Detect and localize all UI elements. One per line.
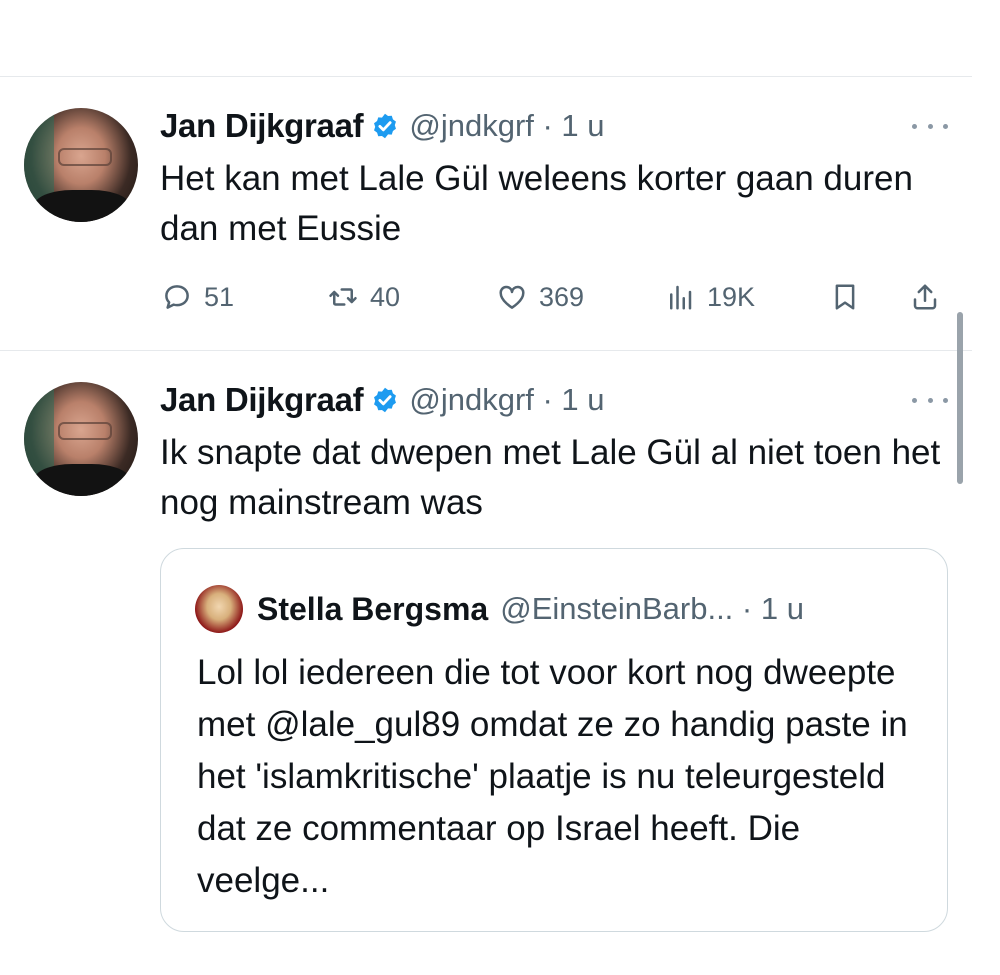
- quoted-header: Stella Bergsma @EinsteinBarb... · 1 u: [257, 587, 804, 631]
- author-name[interactable]: Jan Dijkgraaf: [160, 107, 364, 145]
- tweet-divider: [0, 350, 972, 351]
- quoted-tweet[interactable]: Stella Bergsma @EinsteinBarb... · 1 u Lo…: [160, 548, 948, 932]
- reply-button[interactable]: 51: [162, 277, 234, 317]
- views-icon: [670, 285, 692, 310]
- quoted-avatar[interactable]: [195, 585, 243, 633]
- top-divider: [0, 76, 972, 77]
- repost-count: 40: [370, 281, 401, 312]
- quoted-author-name: Stella Bergsma: [257, 590, 489, 627]
- author-name[interactable]: Jan Dijkgraaf: [160, 381, 364, 419]
- views-count: 19K: [707, 281, 756, 312]
- verified-badge-icon: [374, 113, 397, 139]
- quoted-handle-time: @EinsteinBarb... · 1 u: [500, 591, 804, 626]
- author-handle-time: @jndkgrf · 1 u: [409, 382, 605, 417]
- scrollbar[interactable]: [957, 312, 963, 484]
- views-button[interactable]: 19K: [665, 277, 755, 317]
- reply-icon: [165, 285, 189, 309]
- reply-count: 51: [204, 281, 235, 312]
- tweet-text: Ik snapte dat dwepen met Lale Gül al nie…: [160, 433, 941, 522]
- tweet-actions: 51 40 369 19K: [160, 277, 950, 317]
- like-icon: [499, 285, 525, 309]
- bookmark-icon: [835, 284, 855, 310]
- like-button[interactable]: 369: [497, 277, 584, 317]
- quoted-text: Lol lol iedereen die tot voor kort nog d…: [197, 653, 908, 900]
- verified-badge-icon: [374, 387, 397, 413]
- avatar[interactable]: [24, 108, 138, 222]
- repost-button[interactable]: 40: [328, 277, 400, 317]
- more-icon[interactable]: [912, 390, 948, 410]
- tweet-header: Jan Dijkgraaf @jndkgrf · 1 u: [160, 104, 605, 148]
- author-handle-time: @jndkgrf · 1 u: [409, 108, 605, 143]
- share-icon: [913, 284, 937, 310]
- share-button[interactable]: [910, 277, 952, 317]
- tweet-text: Het kan met Lale Gül weleens korter gaan…: [160, 159, 913, 248]
- avatar[interactable]: [24, 382, 138, 496]
- like-count: 369: [539, 281, 585, 312]
- repost-icon: [329, 288, 357, 306]
- more-icon[interactable]: [912, 116, 948, 136]
- bookmark-button[interactable]: [830, 277, 872, 317]
- tweet-header: Jan Dijkgraaf @jndkgrf · 1 u: [160, 378, 605, 422]
